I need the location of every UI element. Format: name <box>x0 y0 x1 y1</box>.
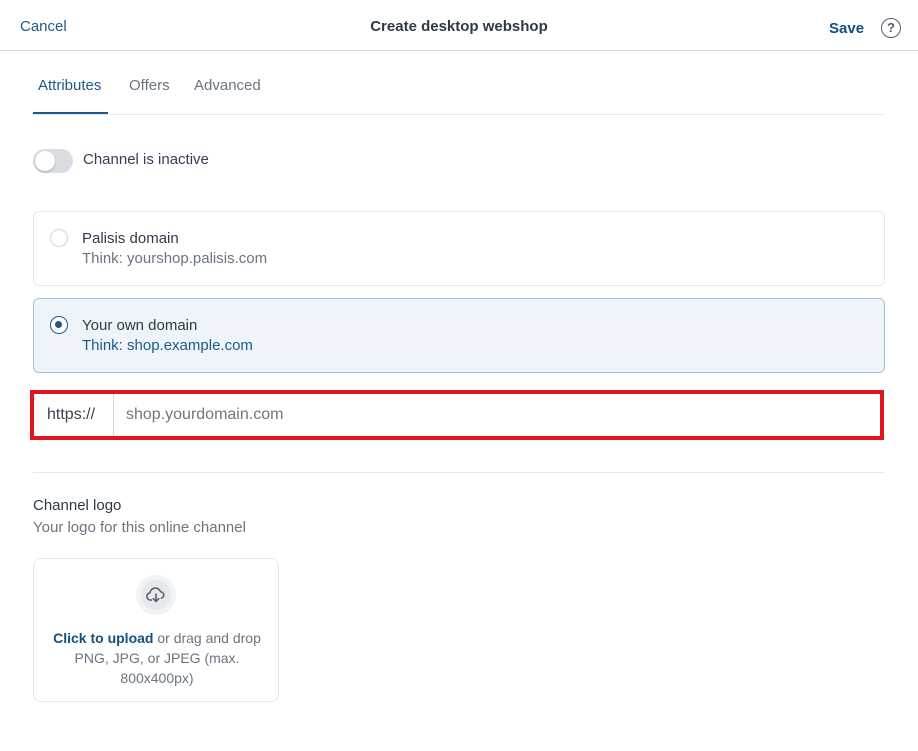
channel-active-toggle[interactable] <box>33 149 73 173</box>
domain-option-title: Palisis domain <box>82 230 179 247</box>
domain-url-input[interactable] <box>115 394 880 436</box>
save-button[interactable]: Save <box>829 20 864 37</box>
help-icon[interactable]: ? <box>881 18 901 38</box>
click-to-upload-link[interactable]: Click to upload <box>53 630 153 646</box>
channel-status-label: Channel is inactive <box>83 151 209 168</box>
section-divider <box>33 472 885 473</box>
domain-option-own[interactable]: Your own domain Think: shop.example.com <box>33 298 885 373</box>
channel-logo-title: Channel logo <box>33 497 122 514</box>
radio-palisis-domain[interactable] <box>50 229 68 247</box>
upload-instructions: Click to upload or drag and drop PNG, JP… <box>52 628 262 688</box>
active-tab-indicator <box>33 112 108 114</box>
tab-attributes[interactable]: Attributes <box>38 77 101 94</box>
top-bar: Cancel Create desktop webshop Save ? <box>0 0 918 51</box>
tab-bar: Attributes Offers Advanced <box>33 60 885 115</box>
logo-upload-dropzone[interactable]: Click to upload or drag and drop PNG, JP… <box>33 558 279 702</box>
url-prefix: https:// <box>34 394 114 436</box>
tab-advanced[interactable]: Advanced <box>194 77 261 94</box>
domain-option-palisis[interactable]: Palisis domain Think: yourshop.palisis.c… <box>33 211 885 286</box>
toggle-knob <box>35 151 55 171</box>
channel-logo-subtitle: Your logo for this online channel <box>33 519 246 536</box>
tab-offers[interactable]: Offers <box>129 77 170 94</box>
radio-own-domain[interactable] <box>50 316 68 334</box>
domain-option-subtitle: Think: shop.example.com <box>82 337 253 354</box>
radio-selected-dot <box>55 321 62 328</box>
domain-option-title: Your own domain <box>82 317 198 334</box>
page-title: Create desktop webshop <box>370 18 548 35</box>
cloud-download-icon <box>136 575 176 615</box>
domain-option-subtitle: Think: yourshop.palisis.com <box>82 250 268 267</box>
